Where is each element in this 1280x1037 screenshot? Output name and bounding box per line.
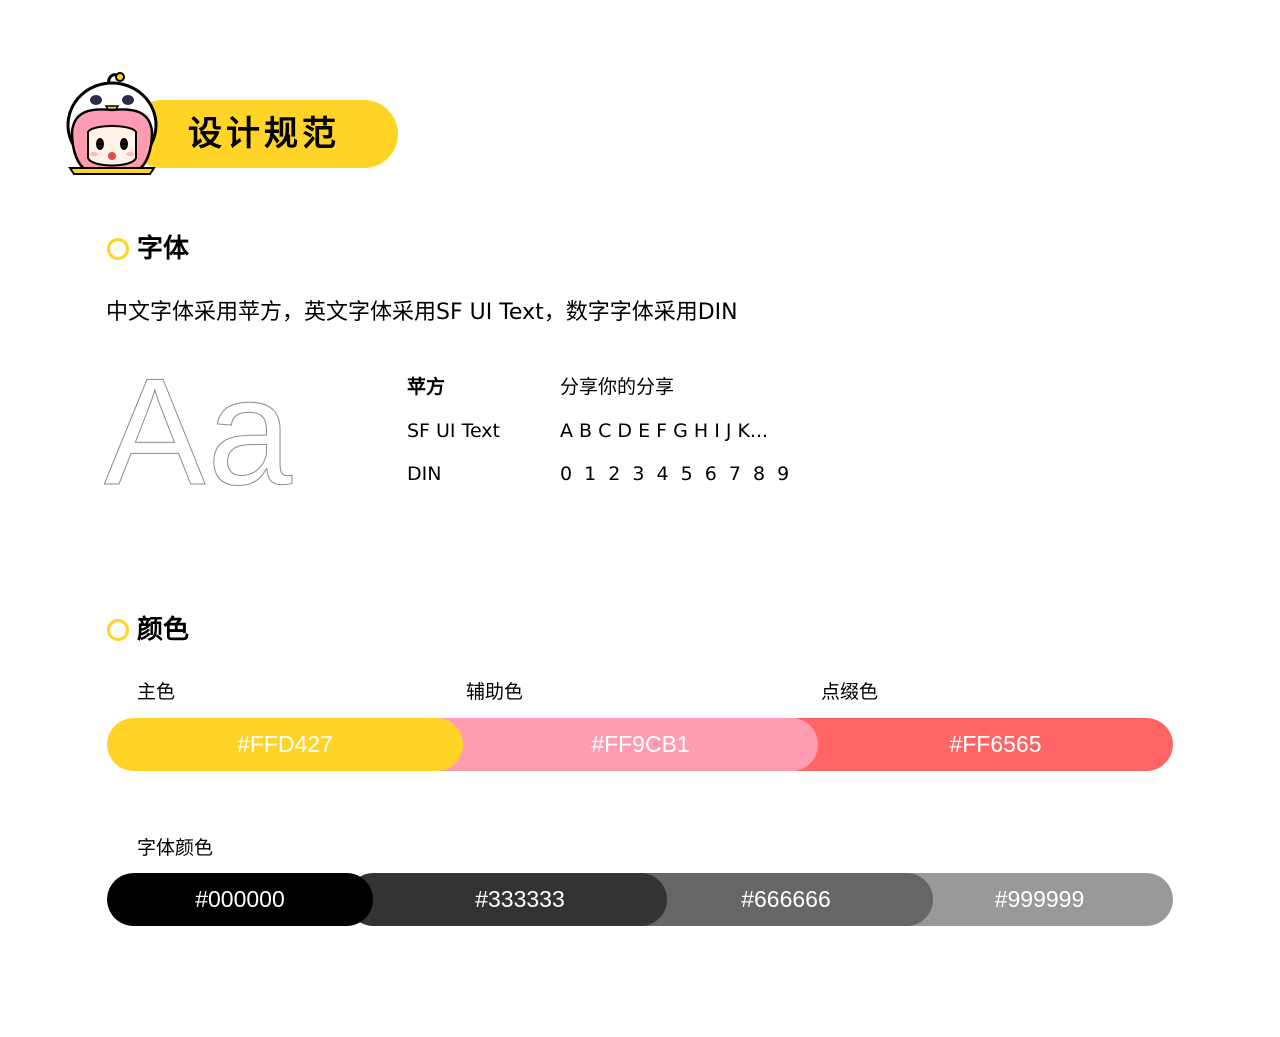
spec-sample-sfui: A B C D E F G H I J K...: [560, 420, 769, 442]
spec-label-pingfang: 苹方: [407, 376, 446, 398]
swatch-pink: #FF9CB1: [417, 718, 818, 771]
spec-label-sfui: SF UI Text: [407, 420, 501, 442]
font-color-bar: #999999 #666666 #333333 #000000: [107, 873, 1173, 926]
font-sample-glyph: Aa: [104, 347, 294, 517]
swatch-red: #FF6565: [772, 718, 1173, 771]
section-bullet-icon: [107, 238, 129, 260]
font-description: 中文字体采用苹方，英文字体采用SF UI Text，数字字体采用DIN: [106, 300, 738, 325]
accent-color-label: 点缀色: [821, 681, 879, 703]
swatch-yellow: #FFD427: [107, 718, 463, 771]
spec-sample-din: 0 1 2 3 4 5 6 7 8 9: [560, 463, 793, 485]
secondary-color-label: 辅助色: [466, 681, 524, 703]
brand-color-bar: #FF6565 #FF9CB1 #FFD427: [107, 718, 1173, 771]
color-section-title: 颜色: [137, 615, 190, 645]
font-section-title: 字体: [137, 234, 190, 264]
swatch-333333: #333333: [347, 873, 667, 926]
spec-sample-pingfang: 分享你的分享: [560, 376, 675, 398]
section-bullet-icon: [107, 619, 129, 641]
font-colors-label: 字体颜色: [137, 837, 214, 859]
mascot-icon: [66, 72, 158, 175]
primary-color-label: 主色: [137, 681, 176, 703]
swatch-000000: #000000: [107, 873, 373, 926]
spec-label-din: DIN: [407, 463, 442, 485]
page-title: 设计规范: [188, 114, 340, 154]
